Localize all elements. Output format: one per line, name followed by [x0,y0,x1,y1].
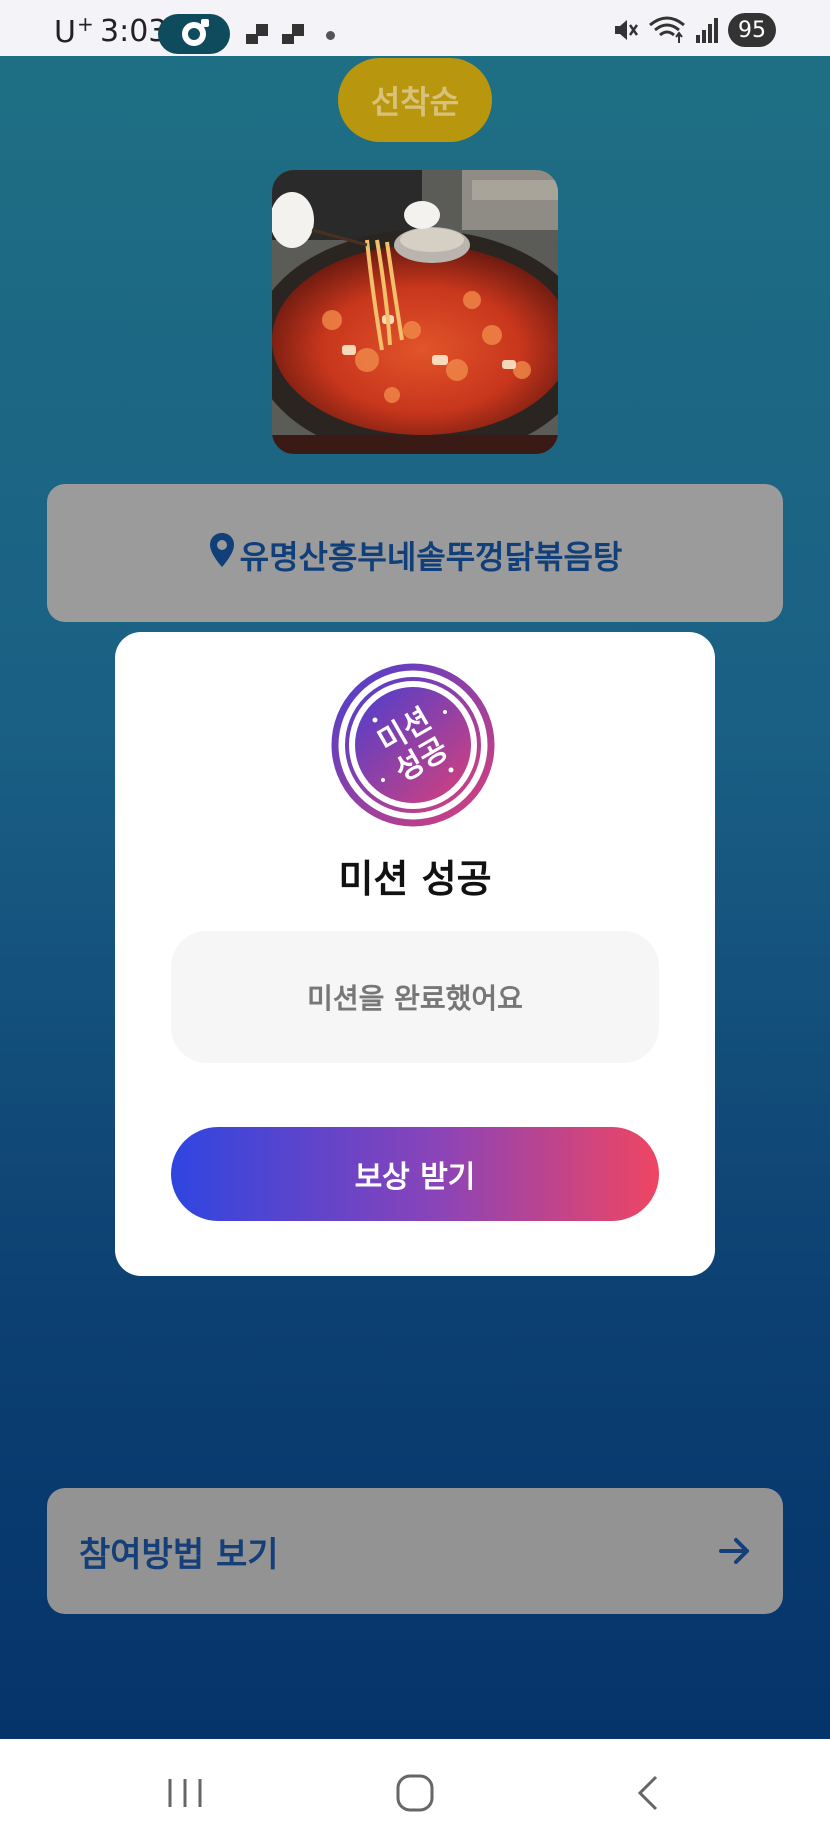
carrier-label: U+ [54,12,95,50]
status-icons: 95 [612,12,776,48]
mission-success-modal: 미션 성공 미션 성공 미션을 완료했어요 보상 받기 [115,632,715,1276]
place-name: 유명산흥부네솥뚜껑닭볶음탕 [239,538,623,576]
status-bar: U+ 3:03 95 [0,0,830,56]
app-screen: 선착순 유명산흥부네솥뚜껑닭볶음탕 참여방법 보기 미션 성공 미션 성공 미션… [0,56,830,1739]
claim-reward-button[interactable]: 보상 받기 [171,1127,659,1221]
battery-indicator: 95 [728,13,776,47]
recent-apps-icon[interactable] [160,1771,210,1815]
mission-success-stamp-icon: 미션 성공 [323,660,503,830]
dot-icon [326,31,335,40]
notification-icon [282,24,304,44]
home-icon[interactable] [390,1771,440,1815]
modal-title: 미션 성공 [338,857,492,901]
signal-icon [696,18,718,43]
how-to-participate-button[interactable]: 참여방법 보기 [47,1488,783,1614]
notification-icon [246,24,268,44]
place-card[interactable]: 유명산흥부네솥뚜껑닭볶음탕 [47,484,783,622]
how-to-participate-label: 참여방법 보기 [79,1534,279,1575]
system-nav-bar [0,1739,830,1844]
restaurant-food-image [272,170,558,454]
modal-message: 미션을 완료했어요 [307,982,523,1015]
first-come-badge: 선착순 [338,58,492,142]
mute-icon [615,20,639,40]
modal-message-box: 미션을 완료했어요 [171,931,659,1063]
arrow-right-icon [719,1538,749,1564]
app-notification-icon [158,14,230,54]
wifi-icon [649,16,685,43]
back-icon[interactable] [626,1771,676,1815]
location-pin-icon [209,533,234,567]
